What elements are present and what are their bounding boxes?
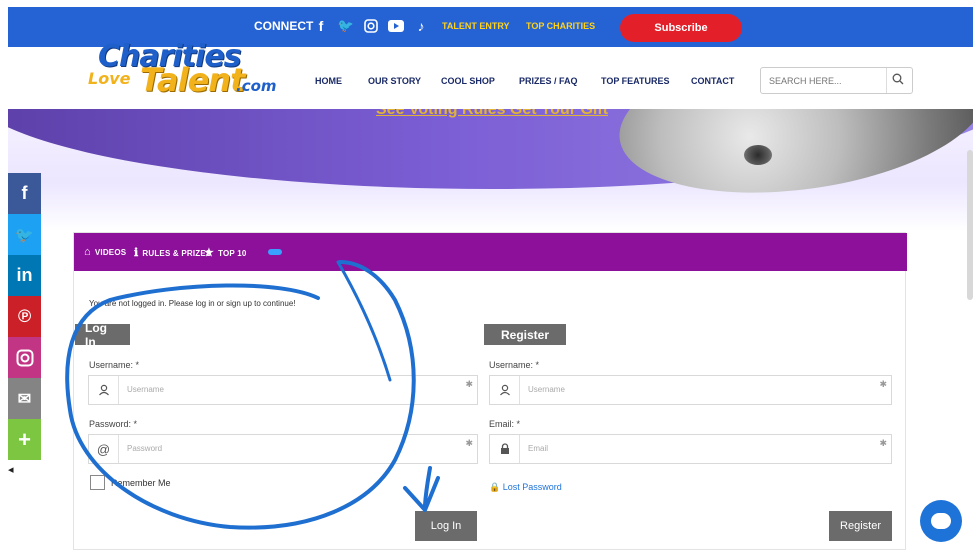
hero-links[interactable]: See Voting Rules Get Your Gift <box>376 109 608 119</box>
twitter-icon[interactable]: 🐦 <box>337 17 355 35</box>
hero-banner: See Voting Rules Get Your Gift <box>8 109 973 231</box>
search-icon[interactable] <box>892 73 904 88</box>
register-button[interactable]: Register <box>829 511 892 541</box>
subscribe-button[interactable]: Subscribe <box>620 14 742 42</box>
login-password-label: Password: * <box>89 419 138 429</box>
star-icon: ★ <box>204 247 215 259</box>
login-username-placeholder: Username <box>127 385 164 394</box>
logo-love: Love <box>88 69 131 88</box>
login-notice: You are not logged in. Please log in or … <box>89 299 296 308</box>
login-password-field[interactable]: @ Password ✱ <box>88 434 478 464</box>
nav-top-features[interactable]: TOP FEATURES <box>601 76 670 86</box>
register-title: Register <box>484 324 566 345</box>
search-divider <box>886 68 887 93</box>
chat-button[interactable] <box>920 500 962 542</box>
share-pinterest-button[interactable]: ℗ <box>8 296 41 337</box>
tiktok-icon[interactable]: ♪ <box>412 17 430 35</box>
talent-entry-link[interactable]: TALENT ENTRY <box>442 21 510 31</box>
login-username-label: Username: * <box>89 360 140 370</box>
info-icon: ℹ <box>134 247 139 259</box>
twitter-icon: 🐦 <box>15 226 34 244</box>
tab-rules-prizes[interactable]: ℹ RULES & PRIZES <box>134 246 211 259</box>
logo-talent: Talent <box>140 61 245 99</box>
home-icon: ⌂ <box>84 246 91 258</box>
at-icon: @ <box>89 435 119 463</box>
facebook-icon: f <box>21 183 28 203</box>
share-facebook-button[interactable]: f <box>8 173 41 214</box>
lost-password-link[interactable]: 🔒 Lost Password <box>489 482 562 493</box>
login-title: Log In <box>75 321 130 349</box>
remember-me-label: Remember Me <box>111 478 171 488</box>
register-email-label: Email: * <box>489 419 521 429</box>
share-email-button[interactable]: ✉ <box>8 378 41 419</box>
page-scrollbar[interactable] <box>967 150 973 300</box>
register-email-field[interactable]: Email ✱ <box>489 434 892 464</box>
logo-dotcom: .com <box>236 77 277 95</box>
social-share-sidebar: f 🐦 in ℗ ✉ + ◂ <box>8 173 41 476</box>
required-icon: ✱ <box>465 438 473 448</box>
register-username-field[interactable]: Username ✱ <box>489 375 892 405</box>
nav-our-story[interactable]: OUR STORY <box>368 76 421 86</box>
share-instagram-button[interactable] <box>8 337 41 378</box>
linkedin-icon: in <box>16 265 33 285</box>
chat-icon <box>931 513 951 529</box>
tab-videos[interactable]: ⌂ VIDEOS <box>84 246 126 258</box>
login-button[interactable]: Log In <box>415 511 477 541</box>
account-panel: ⌂ VIDEOS ℹ RULES & PRIZES ★ TOP 10 You are … <box>73 232 907 550</box>
connect-label: CONNECT <box>254 19 314 33</box>
nav-home[interactable]: HOME <box>315 76 342 86</box>
more-icon: + <box>18 426 31 452</box>
lock-icon: 🔒 <box>489 482 501 492</box>
tab-indicator <box>268 249 282 255</box>
email-icon: ✉ <box>17 390 32 408</box>
header: Charities Love Talent .com HOME OUR STOR… <box>8 39 973 109</box>
required-icon: ✱ <box>879 438 887 448</box>
hero-image-detail <box>744 145 772 165</box>
lock-icon <box>490 435 520 463</box>
top-charities-link[interactable]: TOP CHARITIES <box>526 21 595 31</box>
register-username-placeholder: Username <box>528 385 565 394</box>
collapse-sidebar-icon[interactable]: ◂ <box>8 463 14 476</box>
tab-bar: ⌂ VIDEOS ℹ RULES & PRIZES ★ TOP 10 <box>74 233 907 271</box>
share-twitter-button[interactable]: 🐦 <box>8 214 41 255</box>
nav-prizes-faq[interactable]: PRIZES / FAQ <box>519 76 578 86</box>
nav-contact[interactable]: CONTACT <box>691 76 734 86</box>
hero-image <box>609 109 973 215</box>
register-email-placeholder: Email <box>528 444 549 453</box>
nav-cool-shop[interactable]: COOL SHOP <box>441 76 495 86</box>
user-icon <box>490 376 520 404</box>
instagram-icon[interactable] <box>362 17 380 35</box>
required-icon: ✱ <box>465 379 473 389</box>
remember-me-checkbox[interactable] <box>90 475 105 490</box>
youtube-icon[interactable] <box>387 17 405 35</box>
pinterest-icon: ℗ <box>17 306 32 326</box>
tab-top-10[interactable]: ★ TOP 10 <box>204 246 247 259</box>
user-icon <box>89 376 119 404</box>
share-linkedin-button[interactable]: in <box>8 255 41 296</box>
search-box[interactable] <box>760 67 913 94</box>
login-password-placeholder: Password <box>127 444 163 453</box>
instagram-icon <box>16 349 33 366</box>
required-icon: ✱ <box>879 379 887 389</box>
register-username-label: Username: * <box>489 360 540 370</box>
facebook-icon[interactable]: f <box>312 17 330 35</box>
search-input[interactable] <box>769 74 879 88</box>
share-more-button[interactable]: + <box>8 419 41 460</box>
site-logo[interactable]: Charities Love Talent .com <box>88 39 288 101</box>
login-username-field[interactable]: Username ✱ <box>88 375 478 405</box>
